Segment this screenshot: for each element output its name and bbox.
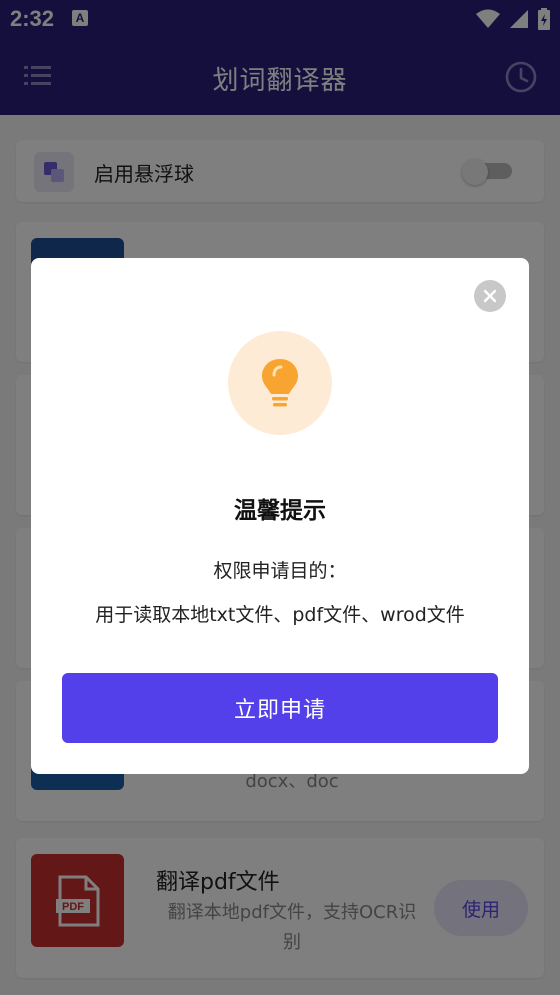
lightbulb-badge [228,331,332,435]
apply-now-button[interactable]: 立即申请 [62,673,498,743]
dialog-purpose-heading: 权限申请目的： [213,560,347,582]
dialog-purpose-text: 用于读取本地txt文件、pdf文件、wrod文件 [95,604,465,626]
close-button[interactable] [474,280,506,312]
permission-dialog: 温馨提示 权限申请目的： 用于读取本地txt文件、pdf文件、wrod文件 立即… [31,258,529,774]
lightbulb-icon [262,359,298,407]
close-icon [483,289,497,303]
dialog-title: 温馨提示 [234,498,326,524]
